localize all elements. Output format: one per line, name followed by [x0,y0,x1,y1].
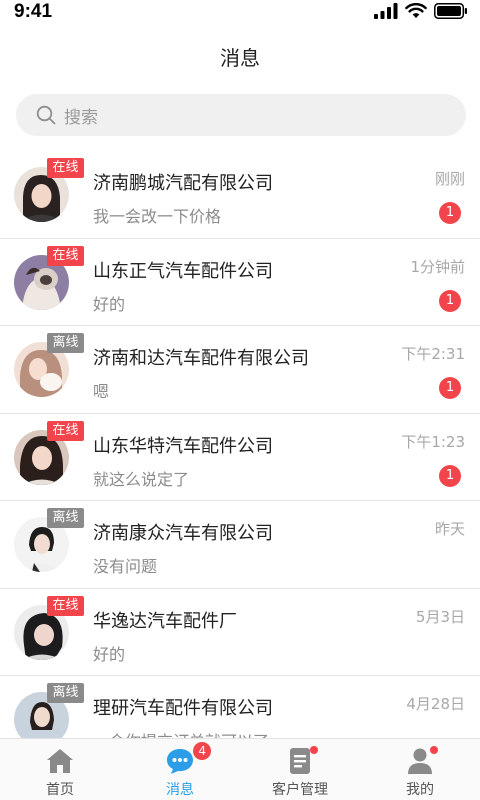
tab-label: 我的 [406,782,434,798]
message-time: 下午1:23 [401,432,465,451]
contact-name: 理研汽车配件有限公司 [93,698,273,719]
message-time: 4月28日 [406,695,465,713]
tab-customer-management[interactable]: 客户管理 [240,739,360,800]
contact-name: 济南康众汽车有限公司 [93,523,273,544]
conversation-row[interactable]: 在线 华逸达汽车配件厂 好的 5月3日 [0,589,480,676]
last-message: 好的 [93,294,126,314]
message-time: 昨天 [434,520,465,538]
status-badge: 在线 [47,420,84,441]
last-message: 一会你提交订单就可以了 [93,728,269,738]
unread-count-badge: 1 [439,202,461,224]
contact-name: 济南和达汽车配件有限公司 [93,348,309,369]
contact-name: 华逸达汽车配件厂 [93,610,237,632]
search-icon [36,105,56,125]
unread-count-badge: 1 [439,464,461,487]
tab-messages[interactable]: 4 消息 [120,739,240,800]
conversation-row[interactable]: 离线 理研汽车配件有限公司 一会你提交订单就可以了 4月28日 [0,676,480,738]
status-badge: 在线 [47,158,84,178]
status-badge: 离线 [47,508,84,528]
tab-unread-count-badge: 4 [193,742,212,760]
tab-label: 首页 [46,782,74,798]
last-message: 我一会改一下价格 [93,207,222,226]
unread-count-badge: 1 [439,289,461,312]
status-time: 9:41 [14,1,53,22]
home-icon [47,749,73,773]
status-icons [374,3,468,19]
status-badge: 在线 [47,595,84,616]
contact-name: 山东正气汽车配件公司 [93,260,273,282]
status-badge: 离线 [47,333,84,353]
tab-label: 客户管理 [272,782,328,798]
contact-name: 济南鹏城汽配有限公司 [93,173,273,194]
status-badge: 离线 [47,683,84,703]
last-message: 没有问题 [93,557,158,576]
status-bar: 9:41 [0,0,480,24]
conversation-row[interactable]: 离线 济南和达汽车配件有限公司 嗯 下午2:31 1 [0,326,480,414]
message-time: 5月3日 [415,607,465,626]
conversation-row[interactable]: 在线 山东华特汽车配件公司 就这么说定了 下午1:23 1 [0,414,480,501]
page-title: 消息 [220,46,260,70]
tab-bar: 首页 4 消息 客户管理 我的 [0,738,480,800]
status-badge: 在线 [47,245,84,266]
battery-icon [434,3,467,19]
message-time: 1分钟前 [410,257,465,276]
message-icon [167,749,193,774]
tab-home[interactable]: 首页 [0,739,120,800]
tab-label: 消息 [166,782,194,798]
last-message: 就这么说定了 [93,469,190,489]
search-bar[interactable]: 搜索 [16,94,466,136]
last-message: 好的 [93,644,126,664]
conversation-row[interactable]: 离线 济南康众汽车有限公司 没有问题 昨天 [0,501,480,589]
contact-name: 山东华特汽车配件公司 [93,435,273,457]
message-time: 刚刚 [434,170,465,188]
navigation-bar: 消息 [0,24,480,84]
cellular-signal-icon [374,3,398,19]
message-time: 下午2:31 [401,345,465,363]
notification-dot [429,746,438,754]
conversation-list: 在线 济南鹏城汽配有限公司 我一会改一下价格 刚刚 1 在线 山东正气汽车配件公… [0,151,480,738]
conversation-row[interactable]: 在线 济南鹏城汽配有限公司 我一会改一下价格 刚刚 1 [0,151,480,239]
conversation-row[interactable]: 在线 山东正气汽车配件公司 好的 1分钟前 1 [0,239,480,326]
last-message: 嗯 [93,382,110,401]
search-input[interactable]: 搜索 [64,103,98,128]
wifi-icon [405,3,427,18]
notification-dot [309,746,318,754]
tab-profile[interactable]: 我的 [360,739,480,800]
unread-count-badge: 1 [439,377,461,399]
